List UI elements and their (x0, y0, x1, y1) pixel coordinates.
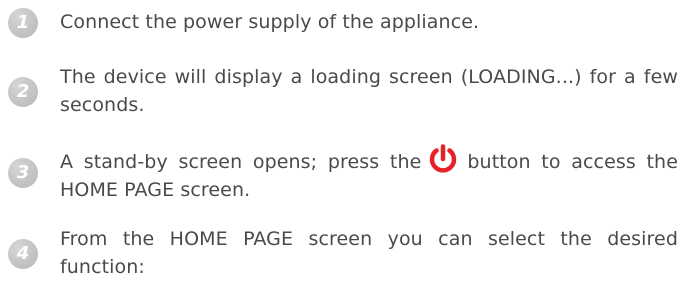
step-number-badge: 3 (8, 158, 38, 188)
power-icon (427, 144, 459, 174)
step-number-badge: 1 (8, 8, 38, 38)
instruction-steps: 1 Connect the power supply of the applia… (0, 0, 692, 288)
step-number-badge: 2 (8, 77, 38, 107)
step-number-badge: 4 (8, 239, 38, 269)
step-text: The device will display a loading screen… (60, 66, 678, 116)
step-text: From the HOME PAGE screen you can select… (60, 228, 678, 278)
step-text-before: A stand-by screen opens; press the (60, 151, 422, 173)
step-text: A stand-by screen opens; press the button… (60, 144, 678, 204)
step-text: Connect the power supply of the applianc… (60, 11, 480, 33)
